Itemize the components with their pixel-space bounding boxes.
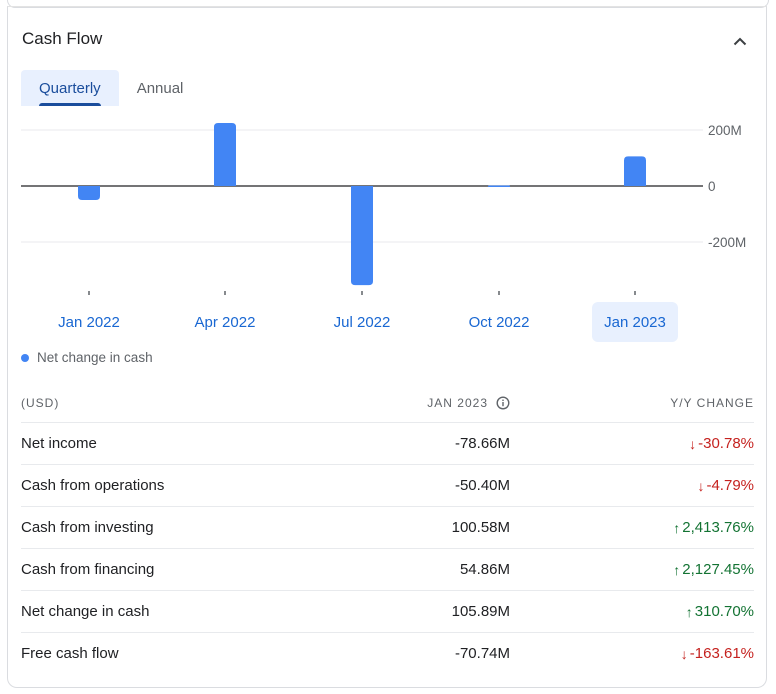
table-header: (USD) JAN 2023 Y/Y CHANGE: [21, 384, 754, 423]
arrow-down-icon: ↓: [680, 645, 688, 662]
row-label: Cash from investing: [21, 519, 154, 536]
chart-legend: Net change in cash: [21, 350, 153, 365]
header-currency: (USD): [21, 396, 60, 410]
bar-apr-2022[interactable]: [214, 123, 236, 186]
tab-quarterly[interactable]: Quarterly: [21, 70, 119, 106]
header-period-label: JAN 2023: [427, 396, 488, 410]
change-value: -4.79%: [706, 477, 754, 494]
row-label: Net change in cash: [21, 603, 150, 620]
change-value: -30.78%: [698, 435, 754, 452]
change-value: 2,127.45%: [682, 561, 754, 578]
row-change: ↓ -4.79%: [510, 477, 754, 494]
row-value: 54.86M: [459, 561, 510, 578]
section-title: Cash Flow: [22, 29, 103, 48]
y-tick-label: 0: [708, 179, 716, 194]
tab-quarterly-label: Quarterly: [39, 79, 101, 97]
chevron-up-icon: [733, 37, 747, 46]
row-label: Free cash flow: [21, 645, 119, 662]
header-period: JAN 2023: [350, 396, 510, 410]
row-label: Cash from operations: [21, 477, 165, 494]
x-label-oct-2022[interactable]: Oct 2022: [456, 302, 542, 342]
row-change: ↑ 310.70%: [510, 603, 754, 620]
change-value: -163.61%: [689, 645, 754, 662]
table-row: Cash from investing 100.58M ↑ 2,413.76%: [21, 507, 754, 549]
x-label-jan-2023[interactable]: Jan 2023: [592, 302, 678, 342]
row-value: 105.89M: [451, 603, 510, 620]
arrow-down-icon: ↓: [689, 435, 697, 452]
arrow-up-icon: ↑: [673, 519, 681, 536]
tab-annual[interactable]: Annual: [119, 70, 202, 106]
table-row: Free cash flow -70.74M ↓ -163.61%: [21, 633, 754, 674]
x-axis-labels: Jan 2022 Apr 2022 Jul 2022 Oct 2022 Jan 2023: [0, 302, 776, 344]
row-label: Cash from financing: [21, 561, 155, 578]
row-label: Net income: [21, 435, 97, 452]
tab-annual-label: Annual: [136, 79, 184, 97]
table-row: Net change in cash 105.89M ↑ 310.70%: [21, 591, 754, 633]
x-label-jan-2022[interactable]: Jan 2022: [46, 302, 132, 342]
row-value: 100.58M: [451, 519, 510, 536]
table-body: Net income -78.66M ↓ -30.78% Cash from opera…: [21, 423, 754, 674]
arrow-up-icon: ↑: [673, 561, 681, 578]
x-label-jul-2022[interactable]: Jul 2022: [319, 302, 405, 342]
row-value: -70.74M: [454, 645, 510, 662]
row-change: ↑ 2,413.76%: [510, 519, 754, 536]
bar-oct-2022[interactable]: [488, 185, 510, 187]
change-value: 310.70%: [694, 603, 754, 620]
header-change: Y/Y CHANGE: [670, 396, 754, 410]
cash-flow-chart: 200M 0 -200M: [21, 123, 746, 295]
table-row: Net income -78.66M ↓ -30.78%: [21, 423, 754, 465]
legend-label: Net change in cash: [37, 350, 153, 365]
change-value: 2,413.76%: [682, 519, 754, 536]
table-row: Cash from operations -50.40M ↓ -4.79%: [21, 465, 754, 507]
info-icon[interactable]: [496, 396, 510, 410]
row-change: ↓ -163.61%: [510, 645, 754, 662]
bar-jan-2022[interactable]: [78, 186, 100, 200]
bar-jan-2023[interactable]: [624, 156, 646, 186]
table-row: Cash from financing 54.86M ↑ 2,127.45%: [21, 549, 754, 591]
legend-dot: [21, 353, 29, 362]
bar-jul-2022[interactable]: [351, 186, 373, 286]
row-change: ↓ -30.78%: [510, 435, 754, 452]
row-value: -78.66M: [454, 435, 510, 452]
x-label-apr-2022[interactable]: Apr 2022: [182, 302, 268, 342]
arrow-down-icon: ↓: [697, 477, 705, 494]
arrow-up-icon: ↑: [685, 603, 693, 620]
collapse-button[interactable]: [730, 31, 750, 51]
row-value: -50.40M: [454, 477, 510, 494]
period-tabs: Quarterly Annual: [21, 70, 201, 106]
y-tick-label: 200M: [708, 123, 742, 138]
active-tab-indicator: [39, 103, 101, 106]
y-tick-label: -200M: [708, 235, 746, 250]
cash-flow-table: (USD) JAN 2023 Y/Y CHANGE Net income -78.…: [21, 384, 754, 674]
row-change: ↑ 2,127.45%: [510, 561, 754, 578]
